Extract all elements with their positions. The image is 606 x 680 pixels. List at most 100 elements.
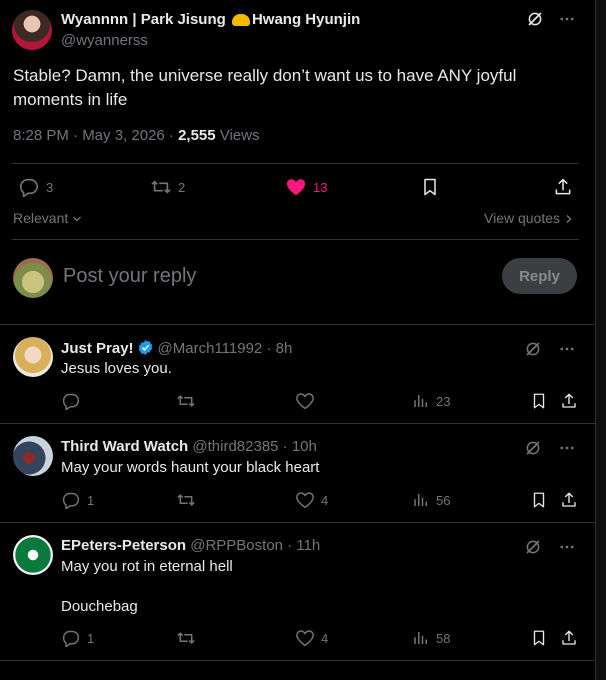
tweet-meta: 8:28 PM · May 3, 2026 · 2,555 Views [13, 127, 260, 144]
share-icon [553, 177, 573, 197]
views-count: 58 [436, 630, 451, 646]
reply-top-actions [524, 340, 576, 358]
views-count: 2,555 [178, 127, 216, 144]
divider [12, 239, 579, 240]
repost-icon [176, 392, 196, 410]
divider [12, 163, 579, 164]
like-action[interactable]: 13 [285, 177, 327, 197]
heart-icon [295, 392, 315, 410]
reply-tweet[interactable]: EPeters-Peterson @RPPBoston · 11h May yo… [0, 523, 596, 660]
reply-count: 1 [87, 492, 95, 508]
view-quotes-link[interactable]: View quotes [484, 210, 574, 226]
divider [0, 660, 596, 661]
reply-author[interactable]: EPeters-Peterson @RPPBoston · 11h [61, 537, 320, 554]
bookmark-action[interactable] [420, 177, 440, 197]
chevron-down-icon [72, 214, 82, 224]
tweet-timestamp[interactable]: 8:28 PM · May 3, 2026 · [13, 127, 174, 144]
views-count: 23 [436, 393, 451, 409]
views-count: 56 [436, 492, 451, 508]
reply-handle: @RPPBoston · 11h [190, 537, 321, 554]
bookmark-action[interactable] [530, 392, 548, 410]
bookmark-action[interactable] [530, 491, 548, 509]
share-action[interactable] [553, 177, 573, 197]
sort-relevant-dropdown[interactable]: Relevant [13, 210, 82, 226]
repost-action[interactable] [176, 491, 196, 509]
like-count: 13 [313, 179, 328, 195]
grok-icon[interactable] [524, 439, 542, 457]
bookmark-action[interactable] [530, 629, 548, 647]
main-tweet-top-actions [526, 10, 576, 28]
main-tweet-header: Wyannnn | Park Jisung Hwang Hyunjin @wya… [12, 8, 580, 52]
author-avatar[interactable] [12, 10, 52, 50]
tweet-thread-panel: Wyannnn | Park Jisung Hwang Hyunjin @wya… [0, 0, 596, 680]
grok-icon[interactable] [526, 10, 544, 28]
views-chart-icon [412, 491, 430, 509]
reply-text: Jesus loves you. [61, 360, 172, 377]
verified-badge-icon [137, 339, 154, 360]
reply-author-name: Just Pray! [61, 340, 134, 357]
repost-icon [176, 491, 196, 509]
reply-handle: @third82385 · 10h [192, 438, 317, 455]
reply-action[interactable]: 1 [61, 491, 94, 509]
reply-action[interactable]: 3 [18, 177, 53, 197]
heart-icon [295, 491, 315, 509]
reply-tweet[interactable]: Third Ward Watch @third82385 · 10h May y… [0, 424, 596, 522]
more-options-icon[interactable] [558, 340, 576, 358]
bookmark-icon [530, 629, 548, 647]
views-action[interactable]: 58 [412, 629, 450, 647]
view-quotes-label: View quotes [484, 210, 561, 226]
share-action[interactable] [560, 491, 578, 509]
reply-avatar[interactable] [13, 535, 53, 575]
author-name-part2: Hwang Hyunjin [251, 11, 361, 28]
like-action[interactable] [295, 392, 315, 410]
like-action[interactable]: 4 [295, 491, 328, 509]
author-name[interactable]: Wyannnn | Park Jisung Hwang Hyunjin [61, 11, 360, 28]
repost-action[interactable]: 2 [150, 177, 185, 197]
reply-action[interactable]: 1 [61, 629, 94, 647]
reply-avatar[interactable] [13, 337, 53, 377]
share-action[interactable] [560, 392, 578, 410]
bookmark-icon [530, 392, 548, 410]
reply-count: 3 [46, 179, 54, 195]
repost-action[interactable] [176, 629, 196, 647]
reply-bubble-icon [61, 629, 81, 647]
reply-author-name: EPeters-Peterson [61, 537, 187, 554]
reply-text: May your words haunt your black heart [61, 459, 320, 476]
reply-author[interactable]: Third Ward Watch @third82385 · 10h [61, 438, 317, 455]
repost-icon [176, 629, 196, 647]
reply-top-actions [524, 538, 576, 556]
grok-icon[interactable] [524, 340, 542, 358]
more-options-icon[interactable] [558, 439, 576, 457]
reply-button[interactable]: Reply [502, 258, 577, 294]
like-action[interactable]: 4 [295, 629, 328, 647]
author-handle[interactable]: @wyannerss [61, 32, 148, 49]
main-tweet-text: Stable? Damn, the universe really don’t … [13, 64, 573, 112]
reply-author-name: Third Ward Watch [61, 438, 189, 455]
more-options-icon[interactable] [558, 10, 576, 28]
reply-handle: @March111992 · 8h [157, 340, 293, 357]
reply-tweet[interactable]: Just Pray! @March111992 · 8h Jesus loves … [0, 325, 596, 423]
reply-bubble-icon [61, 491, 81, 509]
views-action[interactable]: 56 [412, 491, 450, 509]
reply-input[interactable]: Post your reply [63, 265, 196, 288]
share-icon [560, 392, 578, 410]
repost-action[interactable] [176, 392, 196, 410]
share-action[interactable] [560, 629, 578, 647]
reply-author[interactable]: Just Pray! @March111992 · 8h [61, 339, 292, 360]
author-name-part1: Wyannnn | Park Jisung [61, 11, 226, 28]
sort-label: Relevant [13, 210, 69, 226]
views-action[interactable]: 23 [412, 392, 450, 410]
heart-icon [295, 629, 315, 647]
like-count: 4 [321, 492, 329, 508]
main-tweet-text-line2: moments in life [13, 90, 128, 109]
scrollbar-track[interactable] [596, 0, 606, 680]
reply-text-line2: Douchebag [61, 598, 138, 615]
repost-count: 2 [178, 179, 186, 195]
share-icon [560, 491, 578, 509]
reply-bubble-icon [61, 392, 81, 410]
reply-avatar[interactable] [13, 436, 53, 476]
more-options-icon[interactable] [558, 538, 576, 556]
reply-bubble-icon [18, 177, 40, 197]
grok-icon[interactable] [524, 538, 542, 556]
reply-action[interactable] [61, 392, 81, 410]
